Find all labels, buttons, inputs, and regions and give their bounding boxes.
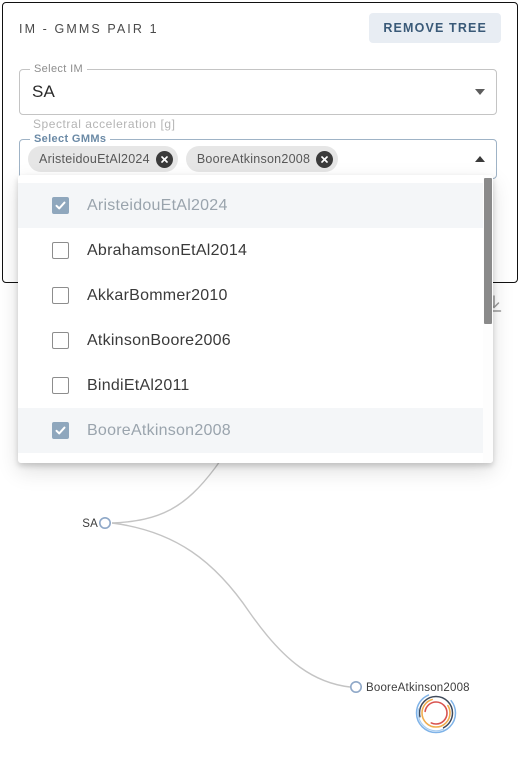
gmm-chip-label: BooreAtkinson2008 [196,152,311,166]
checkbox-checked-icon[interactable] [52,197,69,214]
select-im-value: SA [32,82,56,101]
loading-spinner [413,690,459,736]
checkbox-icon[interactable] [52,242,69,259]
close-circle-icon[interactable] [155,150,173,168]
page-title: IM - GMMS PAIR 1 [19,22,159,36]
gmm-option-label: BooreAtkinson2008 [87,421,231,439]
gmm-option-item[interactable]: AkkarBommer2010 [18,273,493,318]
gmm-option-item[interactable] [18,453,493,463]
gmm-option-item[interactable]: AristeidouEtAl2024 [18,183,493,228]
select-gmms-label: Select GMMs [30,133,111,145]
gmm-chip[interactable]: BooreAtkinson2008 [185,146,339,172]
checkbox-checked-icon[interactable] [52,422,69,439]
checkbox-icon[interactable] [52,377,69,394]
gmm-option-item[interactable]: AbrahamsonEtAl2014 [18,228,493,273]
gmm-option-item[interactable]: AtkinsonBoore2006 [18,318,493,363]
gmm-option-item[interactable]: BindiEtAl2011 [18,363,493,408]
selected-gmm-chips: AristeidouEtAl2024 BooreAtkinson2008 [28,146,339,172]
select-im-helper-text: Spectral acceleration [g] [33,117,176,131]
remove-tree-button[interactable]: REMOVE TREE [369,13,501,43]
tree-node-sa[interactable] [99,517,112,530]
tree-link [111,522,351,688]
gmm-options-popup: AristeidouEtAl2024 AbrahamsonEtAl2014 Akka… [18,175,493,463]
popup-scrollbar-thumb[interactable] [484,178,492,324]
card-header: IM - GMMS PAIR 1 REMOVE TREE [3,3,517,51]
gmm-option-list: AristeidouEtAl2024 AbrahamsonEtAl2014 Akka… [18,175,493,463]
close-circle-icon[interactable] [316,150,334,168]
gmm-option-label: BindiEtAl2011 [87,376,190,394]
tree-node-booreatkinson2008[interactable] [349,680,362,693]
checkbox-icon[interactable] [52,287,69,304]
gmm-option-label: AtkinsonBoore2006 [87,331,231,349]
application-root: IM - GMMS PAIR 1 REMOVE TREE Select IM S… [0,0,522,757]
checkbox-icon[interactable] [52,332,69,349]
select-gmms-field[interactable]: Select GMMs AristeidouEtAl2024 BooreAtkin… [19,133,497,179]
select-im-field[interactable]: Select IM SA [19,63,497,115]
chevron-up-icon[interactable] [475,156,485,162]
tree-root-label: SA [82,518,98,530]
gmm-option-label: AristeidouEtAl2024 [87,196,228,214]
chevron-down-icon[interactable] [475,89,485,95]
gmm-option-label: AkkarBommer2010 [87,286,228,304]
select-im-label: Select IM [30,63,87,75]
gmm-chip[interactable]: AristeidouEtAl2024 [28,146,178,172]
gmm-chip-label: AristeidouEtAl2024 [39,152,150,166]
gmm-option-item[interactable]: BooreAtkinson2008 [18,408,493,453]
gmm-option-label: AbrahamsonEtAl2014 [87,241,248,259]
